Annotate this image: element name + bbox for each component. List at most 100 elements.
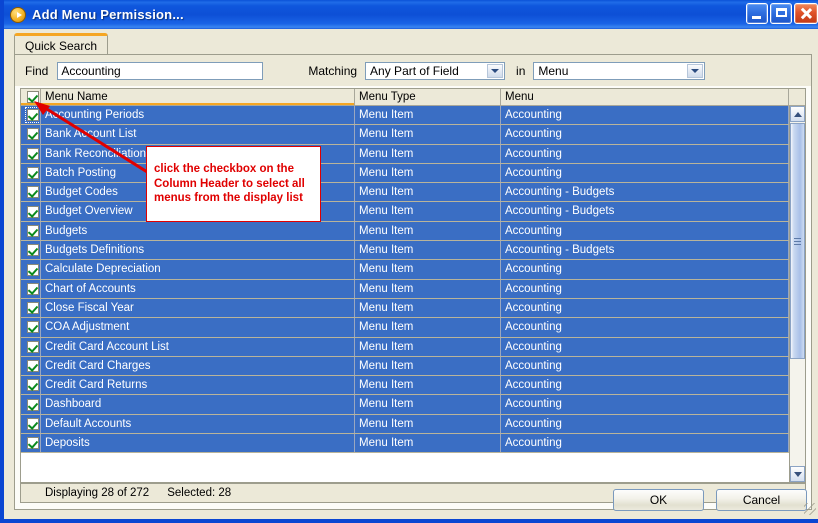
column-header-menu[interactable]: Menu — [501, 89, 789, 105]
row-checkbox[interactable] — [26, 340, 39, 353]
annotation-line-1: click the checkbox on the — [154, 163, 294, 176]
row-checkbox-cell[interactable] — [21, 337, 41, 356]
row-checkbox-cell[interactable] — [21, 163, 41, 183]
select-all-header-cell[interactable] — [21, 89, 41, 105]
ok-button[interactable]: OK — [613, 489, 704, 511]
table-row[interactable]: Close Fiscal Year Menu Item Accounting — [21, 298, 805, 319]
row-checkbox[interactable] — [26, 244, 39, 257]
cell-menu-name: Chart of Accounts — [41, 279, 355, 298]
row-checkbox-cell[interactable] — [21, 376, 41, 395]
row-checkbox-cell[interactable] — [21, 298, 41, 318]
cell-menu: Accounting — [501, 414, 789, 434]
select-all-checkbox[interactable] — [26, 91, 39, 103]
cell-menu-name: Deposits — [41, 434, 355, 453]
table-row[interactable]: Default Accounts Menu Item Accounting — [21, 414, 805, 435]
row-checkbox-cell[interactable] — [21, 395, 41, 414]
cell-menu-type: Menu Item — [355, 106, 501, 125]
chevron-down-icon — [487, 63, 504, 78]
dialog-window: Add Menu Permission... Quick Search Find… — [0, 0, 818, 523]
row-checkbox-cell[interactable] — [21, 221, 41, 241]
row-checkbox-cell[interactable] — [21, 125, 41, 144]
row-checkbox-cell[interactable] — [21, 260, 41, 279]
table-row[interactable]: Chart of Accounts Menu Item Accounting — [21, 279, 805, 299]
scroll-up-button[interactable] — [790, 106, 805, 122]
row-checkbox[interactable] — [26, 360, 39, 372]
table-row[interactable]: Budgets Menu Item Accounting — [21, 221, 805, 242]
cell-menu-type: Menu Item — [355, 221, 501, 241]
table-row[interactable]: Accounting Periods Menu Item Accounting — [21, 106, 805, 126]
table-row[interactable]: Credit Card Charges Menu Item Accounting — [21, 356, 805, 377]
row-checkbox[interactable] — [26, 437, 39, 450]
matching-label: Matching — [308, 63, 358, 78]
row-checkbox[interactable] — [26, 379, 39, 392]
row-checkbox[interactable] — [26, 128, 39, 141]
annotation-callout: click the checkbox on the Column Header … — [146, 146, 321, 222]
cell-menu-type: Menu Item — [355, 163, 501, 183]
row-checkbox-cell[interactable] — [21, 356, 41, 376]
column-header-menu-type[interactable]: Menu Type — [355, 89, 501, 105]
row-checkbox-cell[interactable] — [21, 279, 41, 298]
row-checkbox-cell[interactable] — [21, 106, 41, 125]
row-checkbox-cell[interactable] — [21, 183, 41, 202]
cell-menu-type: Menu Item — [355, 202, 501, 221]
row-checkbox[interactable] — [26, 205, 39, 218]
cell-menu: Accounting — [501, 376, 789, 395]
row-checkbox-cell[interactable] — [21, 434, 41, 453]
row-checkbox[interactable] — [26, 167, 39, 180]
row-checkbox[interactable] — [24, 107, 40, 124]
row-checkbox[interactable] — [26, 186, 39, 199]
cell-menu: Accounting — [501, 318, 789, 337]
cell-menu-type: Menu Item — [355, 144, 501, 163]
row-checkbox-cell[interactable] — [21, 414, 41, 434]
row-checkbox[interactable] — [26, 417, 39, 430]
find-label: Find — [25, 63, 49, 78]
row-checkbox[interactable] — [26, 398, 39, 411]
row-checkbox[interactable] — [26, 263, 39, 276]
row-checkbox[interactable] — [26, 321, 39, 334]
cell-menu-type: Menu Item — [355, 376, 501, 395]
row-checkbox-cell[interactable] — [21, 144, 41, 163]
table-row[interactable]: Budget Codes Menu Item Accounting - Budget… — [21, 183, 805, 203]
window-controls — [746, 3, 818, 24]
matching-select[interactable]: Any Part of Field — [365, 61, 506, 80]
table-row[interactable]: Bank Reconciliation Menu Item Accounting — [21, 144, 805, 164]
minimize-button[interactable] — [746, 3, 768, 24]
title-bar: Add Menu Permission... — [4, 0, 818, 29]
table-row[interactable]: Bank Account List Menu Item Accounting — [21, 125, 805, 145]
annotation-line-3: menus from the display list — [154, 192, 303, 205]
table-row[interactable]: COA Adjustment Menu Item Accounting — [21, 318, 805, 338]
table-row[interactable]: Credit Card Account List Menu Item Account… — [21, 337, 805, 357]
cell-menu: Accounting — [501, 221, 789, 241]
column-header-menu-name[interactable]: Menu Name — [41, 89, 355, 105]
table-row[interactable]: Batch Posting Menu Item Accounting — [21, 163, 805, 184]
search-panel: Find Matching Any Part of Field in Menu — [14, 54, 812, 510]
cell-menu-name: Budgets Definitions — [41, 241, 355, 260]
scroll-down-button[interactable] — [790, 466, 805, 482]
row-checkbox-cell[interactable] — [21, 241, 41, 260]
row-checkbox[interactable] — [26, 282, 39, 295]
cancel-button[interactable]: Cancel — [716, 489, 807, 511]
find-input[interactable] — [57, 61, 264, 80]
row-checkbox-cell[interactable] — [21, 318, 41, 337]
maximize-button[interactable] — [770, 3, 792, 24]
in-select[interactable]: Menu — [533, 61, 706, 80]
table-row[interactable]: Budget Overview Menu Item Accounting - Bud… — [21, 202, 805, 222]
tab-quick-search[interactable]: Quick Search — [14, 33, 109, 55]
table-row[interactable]: Deposits Menu Item Accounting — [21, 434, 805, 454]
cell-menu: Accounting — [501, 337, 789, 356]
grid-vertical-scrollbar[interactable] — [789, 106, 805, 482]
table-row[interactable]: Calculate Depreciation Menu Item Accountin… — [21, 260, 805, 280]
scrollbar-thumb[interactable] — [790, 123, 805, 359]
cell-menu-type: Menu Item — [355, 337, 501, 356]
table-row[interactable]: Credit Card Returns Menu Item Accounting — [21, 376, 805, 396]
row-checkbox[interactable] — [26, 224, 39, 237]
row-checkbox-cell[interactable] — [21, 202, 41, 221]
resize-grip[interactable] — [804, 503, 816, 515]
table-row[interactable]: Dashboard Menu Item Accounting — [21, 395, 805, 415]
close-icon — [795, 4, 817, 23]
table-row[interactable]: Budgets Definitions Menu Item Accounting -… — [21, 241, 805, 261]
row-checkbox[interactable] — [26, 302, 39, 315]
client-area: Quick Search Find Matching Any Part of F… — [8, 29, 818, 519]
close-button[interactable] — [794, 3, 818, 24]
row-checkbox[interactable] — [26, 147, 39, 160]
